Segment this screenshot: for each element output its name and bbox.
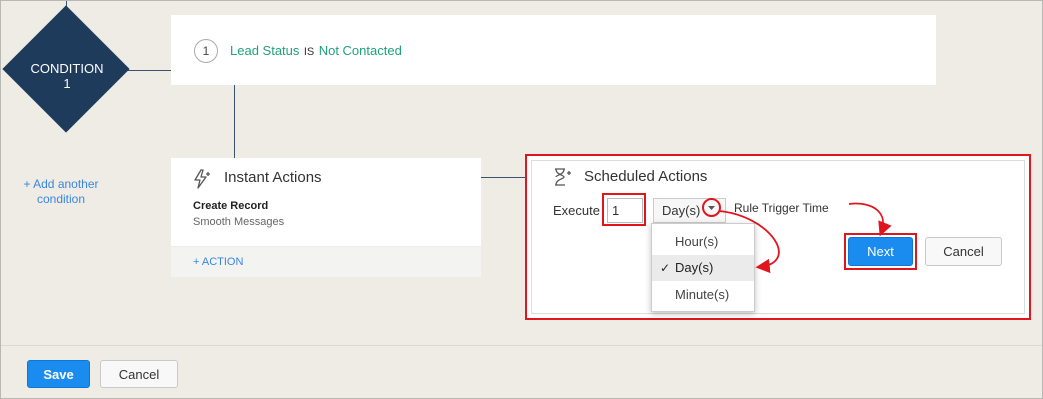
save-button[interactable]: Save [27,360,90,388]
cancel-button[interactable]: Cancel [100,360,178,388]
arrow-to-days-option [718,210,780,274]
footer-bar: Save Cancel [1,345,1042,398]
arrow-to-next-button [848,202,892,237]
annotation-arrows [718,202,892,274]
